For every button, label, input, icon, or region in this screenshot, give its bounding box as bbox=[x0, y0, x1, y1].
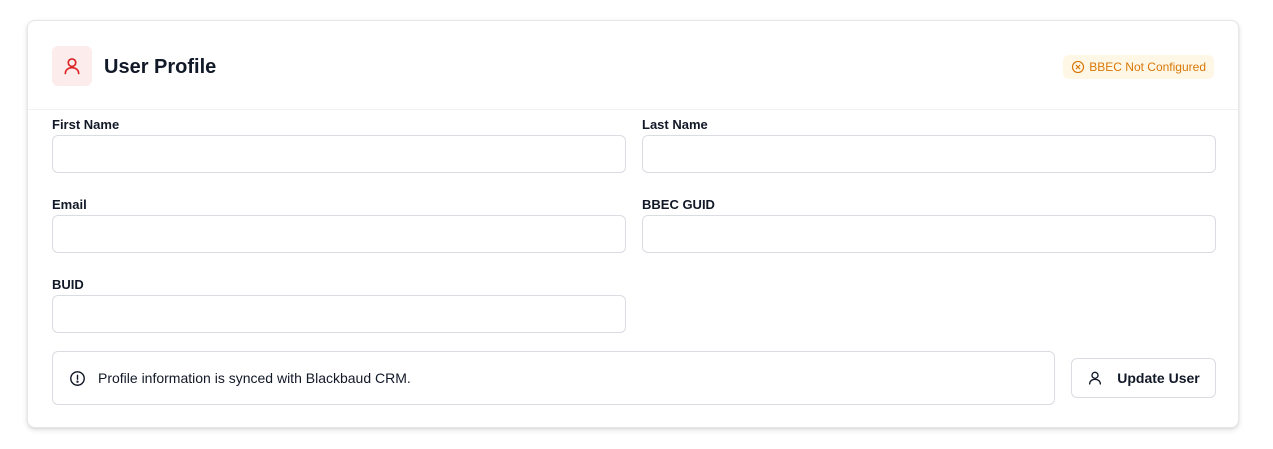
email-input[interactable] bbox=[52, 215, 626, 253]
status-badge-label: BBEC Not Configured bbox=[1089, 60, 1206, 74]
profile-avatar bbox=[52, 46, 92, 86]
first-name-label: First Name bbox=[52, 117, 120, 132]
bbec-guid-label: BBEC GUID bbox=[642, 197, 715, 212]
buid-label: BUID bbox=[52, 277, 84, 292]
user-icon bbox=[62, 56, 82, 76]
sync-info-box: Profile information is synced with Black… bbox=[52, 351, 1055, 405]
first-name-input[interactable] bbox=[52, 135, 626, 173]
update-user-label: Update User bbox=[1117, 370, 1200, 386]
card-header: User Profile BBEC Not Configured bbox=[28, 21, 1238, 110]
status-badge: BBEC Not Configured bbox=[1063, 55, 1214, 79]
update-user-button[interactable]: Update User bbox=[1071, 358, 1216, 398]
user-profile-card: User Profile BBEC Not Configured First N… bbox=[27, 20, 1239, 428]
buid-input[interactable] bbox=[52, 295, 626, 333]
last-name-input[interactable] bbox=[642, 135, 1216, 173]
last-name-label: Last Name bbox=[642, 117, 708, 132]
page-title: User Profile bbox=[104, 56, 217, 78]
sync-info-text: Profile information is synced with Black… bbox=[98, 370, 411, 386]
email-label: Email bbox=[52, 197, 87, 212]
x-circle-icon bbox=[1071, 60, 1085, 74]
user-icon bbox=[1087, 370, 1103, 386]
alert-circle-icon bbox=[69, 370, 86, 387]
bbec-guid-input[interactable] bbox=[642, 215, 1216, 253]
